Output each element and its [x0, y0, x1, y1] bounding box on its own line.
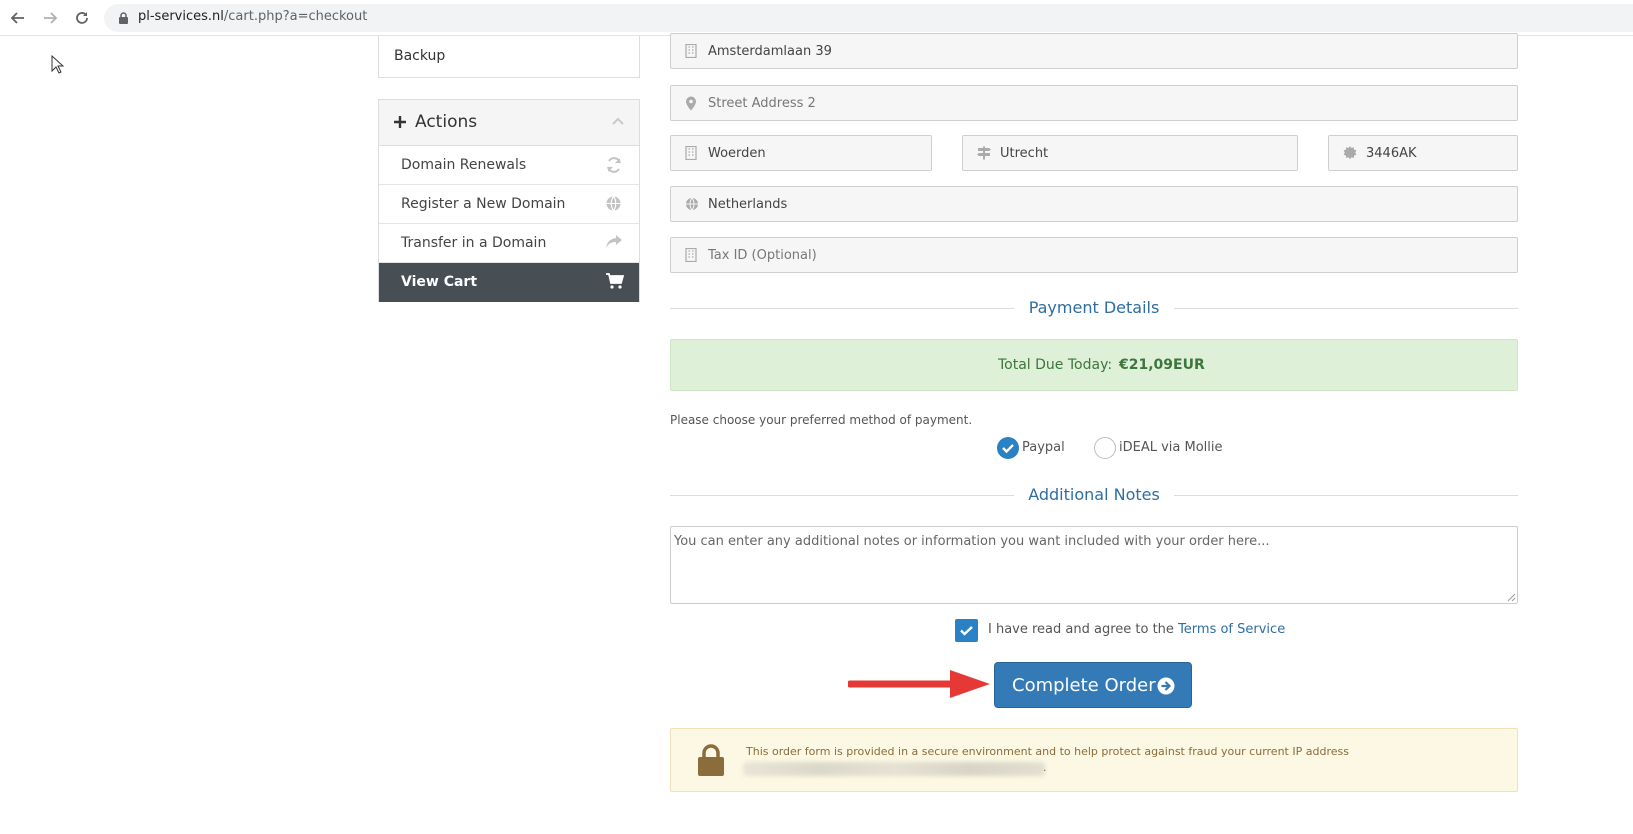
url-path: /cart.php?a=checkout [223, 9, 368, 24]
secure-notice-text: This order form is provided in a secure … [746, 745, 1349, 758]
sidebar-item-label: Domain Renewals [401, 157, 527, 173]
additional-notes-textarea[interactable]: You can enter any additional notes or in… [670, 526, 1518, 604]
cart-icon [606, 273, 624, 289]
arrow-circle-right-icon [1157, 677, 1175, 695]
url-text: pl-services.nl/cart.php?a=checkout [138, 9, 367, 24]
sidebar-item-label: Backup [394, 48, 446, 64]
tax-id-placeholder: Tax ID (Optional) [708, 248, 817, 263]
payment-method-prompt: Please choose your preferred method of p… [670, 413, 973, 427]
share-arrow-icon [606, 235, 622, 248]
globe-icon [606, 196, 621, 211]
certificate-icon [1343, 146, 1357, 160]
refresh-icon [607, 157, 621, 173]
paypal-label[interactable]: Paypal [1022, 440, 1065, 455]
address2-field[interactable]: Street Address 2 [670, 85, 1518, 121]
globe-icon [686, 197, 698, 211]
plus-icon [394, 116, 406, 128]
redacted-ip-address [743, 762, 1045, 776]
country-value: Netherlands [708, 197, 788, 212]
complete-order-label: Complete Order [1012, 675, 1156, 696]
total-due-value: €21,09EUR [1119, 357, 1205, 373]
tos-checkbox[interactable] [955, 619, 978, 642]
url-domain: pl-services.nl [138, 9, 224, 24]
map-marker-icon [686, 96, 696, 111]
annotation-arrow-icon [848, 670, 990, 698]
total-due-box: Total Due Today: €21,09EUR [670, 339, 1518, 391]
sidebar-item-label: View Cart [401, 274, 478, 290]
address2-placeholder: Street Address 2 [708, 96, 816, 111]
tos-text: I have read and agree to the Terms of Se… [988, 622, 1285, 637]
address1-value: Amsterdamlaan 39 [708, 44, 832, 59]
actions-panel: Actions Domain Renewals Register a New D… [378, 99, 640, 302]
paypal-radio[interactable] [997, 437, 1019, 459]
state-field[interactable]: Utrecht [962, 135, 1298, 171]
secure-notice-suffix: . [1043, 761, 1047, 774]
building-icon [685, 248, 697, 262]
reload-icon [76, 12, 88, 24]
postcode-value: 3446AK [1366, 146, 1417, 161]
check-icon [960, 626, 973, 636]
city-value: Woerden [708, 146, 766, 161]
lock-icon [119, 12, 128, 24]
arrow-right-icon [44, 12, 58, 24]
sidebar-item-label: Register a New Domain [401, 196, 566, 212]
country-field[interactable]: Netherlands [670, 186, 1518, 222]
ideal-radio[interactable] [1094, 437, 1116, 459]
resize-handle-icon[interactable] [1507, 593, 1516, 602]
terms-of-service-link[interactable]: Terms of Service [1178, 622, 1285, 637]
tos-label: I have read and agree to the [988, 622, 1174, 637]
check-icon [1002, 444, 1014, 454]
actions-panel-header[interactable]: Actions [379, 100, 639, 146]
address1-field[interactable]: Amsterdamlaan 39 [670, 33, 1518, 69]
tax-id-field[interactable]: Tax ID (Optional) [670, 237, 1518, 273]
building-icon [685, 146, 697, 160]
total-due-label: Total Due Today: [998, 357, 1113, 373]
postcode-field[interactable]: 3446AK [1328, 135, 1518, 171]
lock-icon [698, 744, 724, 776]
state-value: Utrecht [1000, 146, 1049, 161]
arrow-left-icon [10, 12, 24, 24]
sidebar-item-view-cart[interactable]: View Cart [379, 263, 639, 302]
back-button[interactable] [6, 6, 30, 30]
browser-toolbar: pl-services.nl/cart.php?a=checkout [0, 0, 1633, 36]
sidebar-item-label: Transfer in a Domain [401, 235, 547, 251]
signpost-icon [977, 146, 991, 160]
sidebar-item-register-domain[interactable]: Register a New Domain [379, 185, 639, 224]
reload-button[interactable] [70, 6, 94, 30]
ideal-label[interactable]: iDEAL via Mollie [1119, 440, 1223, 455]
payment-details-heading: Payment Details [1014, 298, 1174, 317]
mouse-cursor-icon [51, 55, 65, 74]
building-icon [685, 44, 697, 58]
city-field[interactable]: Woerden [670, 135, 932, 171]
secure-notice: This order form is provided in a secure … [670, 728, 1518, 792]
complete-order-button[interactable]: Complete Order [994, 662, 1192, 708]
sidebar-item-domain-renewals[interactable]: Domain Renewals [379, 146, 639, 185]
chevron-up-icon[interactable] [611, 116, 625, 126]
notes-placeholder: You can enter any additional notes or in… [674, 534, 1270, 549]
sidebar-item-transfer-domain[interactable]: Transfer in a Domain [379, 224, 639, 263]
sidebar-item-backup[interactable]: Backup [378, 36, 640, 78]
address-bar[interactable]: pl-services.nl/cart.php?a=checkout [104, 4, 1633, 32]
additional-notes-heading: Additional Notes [1014, 485, 1174, 504]
forward-button[interactable] [38, 6, 62, 30]
actions-title: Actions [415, 112, 478, 132]
